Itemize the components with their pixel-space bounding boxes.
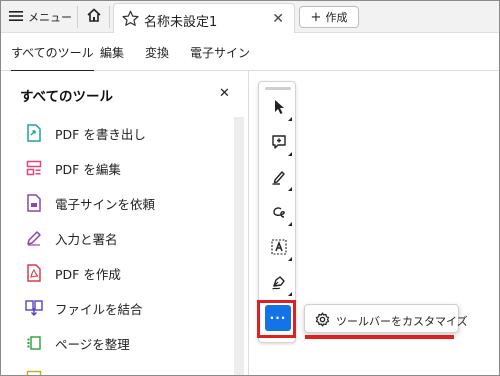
tool-label: PDF を書き出し [55,126,146,142]
draw-tool-button[interactable] [268,203,292,226]
tool-partial-item[interactable] [25,366,43,375]
create-pdf-icon [25,264,43,282]
tool-label: PDF を作成 [55,266,121,282]
menu-edit[interactable]: 編集 [100,44,124,61]
divider [109,6,110,28]
create-label: 作成 [325,11,348,24]
organize-pages-icon [25,334,43,352]
tool-combine-files[interactable]: ファイルを結合 [25,296,143,320]
add-text-icon [25,369,43,375]
more-tools-button[interactable]: ··· [265,305,291,331]
tool-label: 入力と署名 [55,231,118,247]
hamburger-icon [9,10,23,25]
request-esign-icon [25,194,43,212]
highlight-pen-icon [271,169,287,189]
menu-label: メニュー [28,11,72,24]
panel-title: すべてのツール [20,89,114,105]
export-pdf-icon [25,124,43,142]
combine-files-icon [25,299,43,317]
submenu-indicator [288,257,292,261]
tab-title: 名称未設定1 [144,15,218,30]
tool-edit-pdf[interactable]: PDF を編集 [25,156,121,180]
create-button[interactable]: + 作成 [299,6,359,28]
plus-icon: + [310,9,322,25]
menu-all-tools[interactable]: すべてのツール [11,44,94,72]
quick-tools-toolbar [258,81,296,343]
fill-sign-icon [25,229,43,247]
all-tools-panel: すべてのツール ✕ PDF を書き出し PDF を編集 電子サインを依頼 入力と… [1,71,249,375]
highlight-underline [305,335,454,339]
edit-pdf-icon [25,159,43,177]
home-button[interactable] [83,6,105,28]
select-cursor-icon [272,99,286,119]
comment-tool-button[interactable] [268,133,292,156]
customize-toolbar-label: ツールバーをカスタマイズ [336,315,468,328]
submenu-indicator [288,292,292,296]
tool-create-pdf[interactable]: PDF を作成 [25,261,121,285]
toolbar-grip[interactable] [265,87,291,90]
submenu-indicator [288,187,292,191]
tool-menu-row: すべてのツール 編集 変換 電子サイン [1,33,499,72]
close-tab-icon[interactable]: ✕ [272,11,284,27]
menu-esign[interactable]: 電子サイン [190,44,250,61]
star-icon[interactable] [122,10,139,31]
fill-sign-pen-icon [271,274,287,294]
app-window: メニュー 名称未設定1 ✕ + 作成 すべてのツール 編集 変換 電子サイン す… [0,0,500,376]
fill-sign-tool-button[interactable] [268,273,292,296]
menu-convert[interactable]: 変換 [145,44,169,61]
tool-label: ページを整理 [55,336,130,352]
divider [77,6,78,28]
submenu-indicator [288,152,292,156]
submenu-indicator [288,222,292,226]
tool-label: ファイルを結合 [55,301,143,317]
panel-scrollbar[interactable] [234,117,244,375]
draw-freehand-icon [271,204,287,224]
select-tool-button[interactable] [268,98,292,121]
submenu-indicator [288,117,292,121]
text-select-icon [271,239,287,259]
close-panel-icon[interactable]: ✕ [219,86,230,101]
text-tool-button[interactable] [268,238,292,261]
customize-toolbar-popup[interactable]: ツールバーをカスタマイズ [304,304,468,333]
tab-document[interactable]: 名称未設定1 ✕ [113,3,295,33]
tool-label: 電子サインを依頼 [55,196,156,212]
tool-organize-pages[interactable]: ページを整理 [25,331,130,355]
gear-icon [315,312,330,331]
menu-button[interactable]: メニュー [9,5,72,29]
add-comment-icon [271,134,287,154]
tool-request-esign[interactable]: 電子サインを依頼 [25,191,155,215]
tool-export-pdf[interactable]: PDF を書き出し [25,121,146,145]
home-icon [86,7,102,27]
highlight-tool-button[interactable] [268,168,292,191]
tool-label: PDF を編集 [55,161,121,177]
more-dots-icon: ··· [269,311,287,325]
tab-bar: メニュー 名称未設定1 ✕ + 作成 [1,1,499,33]
tool-fill-sign[interactable]: 入力と署名 [25,226,118,250]
